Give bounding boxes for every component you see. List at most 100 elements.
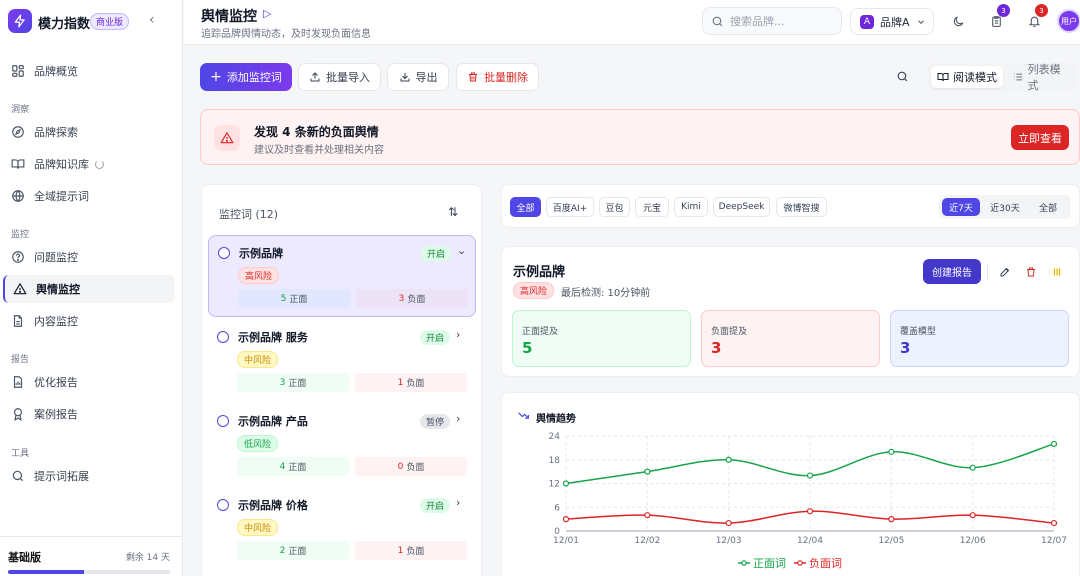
chevron-right-icon[interactable]: › — [456, 496, 460, 509]
risk-badge: 中风险 — [237, 351, 279, 368]
sidebar-item-prompt-expansion[interactable]: 提示词拓展 — [3, 462, 175, 490]
chevron-right-icon[interactable]: › — [456, 412, 460, 425]
plan-progress-fill — [8, 570, 85, 574]
bell-icon[interactable]: 3 — [1025, 4, 1048, 30]
positive-count: 2 正面 — [237, 541, 349, 560]
list-item[interactable]: 示例品牌 服务 开启 › 中风险 3 正面 1 负面 — [208, 320, 476, 402]
chevron-down-icon[interactable]: ⌄ — [457, 244, 466, 257]
select-radio[interactable] — [217, 331, 229, 343]
model-filter-bar: 全部 百度AI+ 豆包 元宝 Kimi DeepSeek 微博智搜 近7天 近3… — [501, 184, 1080, 228]
play-icon[interactable]: ▷ — [263, 7, 271, 20]
positive-count: 3 正面 — [237, 373, 349, 392]
moon-icon[interactable] — [949, 12, 967, 30]
search-icon — [712, 16, 723, 26]
status-badge: 开启 — [420, 498, 451, 513]
sidebar-item-label: 品牌概览 — [34, 65, 78, 78]
clipboard-icon[interactable]: 3 — [987, 4, 1010, 30]
view-now-button[interactable]: 立即查看 — [1011, 125, 1069, 150]
select-radio[interactable] — [217, 415, 229, 427]
avatar[interactable]: 用户 — [1057, 9, 1080, 33]
view-mode-toggle: 阅读模式 列表模式 — [928, 63, 1076, 92]
chevron-down-icon — [917, 19, 924, 24]
alert-triangle-icon — [13, 283, 27, 295]
status-badge: 开启 — [421, 246, 452, 261]
plan-badge: 商业版 — [90, 13, 130, 30]
sidebar-item-label: 案例报告 — [34, 408, 78, 421]
time-30d[interactable]: 近30天 — [985, 198, 1025, 216]
brand-search[interactable] — [702, 7, 842, 35]
model-coverage-stat: 覆盖模型 3 — [890, 310, 1069, 367]
filter-chip-doubao[interactable]: 豆包 — [599, 197, 630, 217]
sidebar-item-question-monitor[interactable]: 问题监控 — [3, 243, 175, 271]
tasks-badge: 3 — [997, 4, 1010, 17]
trash-icon[interactable] — [1024, 265, 1038, 279]
select-radio[interactable] — [218, 247, 230, 259]
sidebar-item-knowledge-base[interactable]: 品牌知识库 — [3, 150, 175, 178]
alert-triangle-icon — [214, 125, 240, 151]
negative-count: 0 负面 — [355, 457, 467, 476]
sentiment-line-chart: 0612182412/01 12/02 12/03 12/04 12/05 12/06 12… — [549, 432, 1067, 570]
bulk-import-label: 批量导入 — [326, 71, 370, 84]
negative-count: 1 负面 — [355, 373, 467, 392]
bulk-delete-button[interactable]: 批量删除 — [456, 63, 539, 91]
stat-value: 3 — [900, 339, 911, 357]
time-all[interactable]: 全部 — [1030, 198, 1066, 216]
sidebar-item-label: 品牌探索 — [34, 126, 78, 139]
list-item[interactable]: 示例品牌 价格 开启 › 中风险 2 正面 1 负面 — [208, 488, 476, 570]
y-tick-label: 18 — [549, 456, 561, 466]
filter-chip-yuanbao[interactable]: 元宝 — [635, 197, 669, 217]
keyword-list-title: 监控词 (12) — [219, 208, 279, 221]
sidebar-item-global-prompts[interactable]: 全域提示词 — [3, 182, 175, 210]
stat-value: 5 — [522, 339, 533, 357]
select-radio[interactable] — [217, 499, 229, 511]
help-circle-icon — [12, 251, 24, 263]
sidebar-item-content-monitor[interactable]: 内容监控 — [3, 307, 175, 335]
keyword-name: 示例品牌 — [239, 247, 283, 260]
export-label: 导出 — [415, 71, 438, 84]
bulk-delete-label: 批量删除 — [484, 71, 528, 84]
filter-chip-all[interactable]: 全部 — [510, 197, 541, 217]
sidebar-item-case-report[interactable]: 案例报告 — [3, 400, 175, 428]
risk-badge: 高风险 — [238, 267, 280, 284]
sidebar-item-label: 优化报告 — [34, 376, 78, 389]
data-point — [644, 468, 651, 475]
brand-selector[interactable]: A 品牌A — [850, 8, 934, 35]
sort-icon[interactable]: ⇅ — [448, 205, 458, 219]
filter-chip-kimi[interactable]: Kimi — [674, 197, 708, 217]
legend-label: 负面词 — [809, 556, 842, 570]
filter-chip-deepseek[interactable]: DeepSeek — [713, 197, 770, 217]
book-open-icon — [11, 159, 25, 169]
bulk-import-button[interactable]: 批量导入 — [298, 63, 381, 91]
risk-badge: 低风险 — [237, 435, 279, 452]
list-mode-button[interactable]: 列表模式 — [1006, 63, 1076, 92]
loading-spinner-icon — [95, 159, 104, 169]
pause-icon[interactable] — [1050, 265, 1064, 279]
create-report-button[interactable]: 创建报告 — [923, 259, 981, 284]
download-icon — [400, 73, 409, 82]
x-tick-label: 12/05 — [878, 536, 904, 546]
time-7d[interactable]: 近7天 — [942, 198, 980, 216]
add-keyword-button[interactable]: + 添加监控词 — [200, 63, 292, 91]
notification-badge: 3 — [1035, 4, 1048, 17]
list-item[interactable]: 示例品牌 开启 ⌄ 高风险 5 正面 3 负面 — [208, 235, 476, 317]
sidebar-item-brand-explore[interactable]: 品牌探索 — [3, 118, 175, 146]
sidebar: 模力指数 商业版 ‹ 品牌概览 洞察 品牌探索 品牌知识库 全域提示词 监控 问… — [0, 0, 183, 576]
data-point — [725, 519, 732, 527]
chevron-right-icon[interactable]: › — [456, 328, 460, 341]
sidebar-item-optimization-report[interactable]: 优化报告 — [3, 368, 175, 396]
filter-chip-baidu[interactable]: 百度AI+ — [546, 197, 594, 217]
collapse-sidebar-icon[interactable]: ‹ — [149, 12, 155, 28]
sidebar-item-sentiment-monitor[interactable]: 舆情监控 — [3, 275, 175, 303]
list-item[interactable]: 示例品牌 产品 暂停 › 低风险 4 正面 0 负面 — [208, 404, 476, 486]
search-icon[interactable] — [896, 70, 909, 86]
edit-icon[interactable] — [998, 265, 1012, 279]
legend-label: 正面词 — [753, 557, 786, 570]
data-point — [969, 512, 976, 519]
risk-badge: 高风险 — [513, 282, 555, 299]
sidebar-item-brand-overview[interactable]: 品牌概览 — [3, 57, 175, 85]
export-button[interactable]: 导出 — [387, 63, 449, 91]
search-input[interactable] — [730, 14, 830, 28]
read-mode-button[interactable]: 阅读模式 — [931, 66, 1003, 88]
filter-chip-weibo[interactable]: 微博智搜 — [776, 197, 827, 217]
x-tick-label: 12/07 — [1041, 536, 1067, 546]
